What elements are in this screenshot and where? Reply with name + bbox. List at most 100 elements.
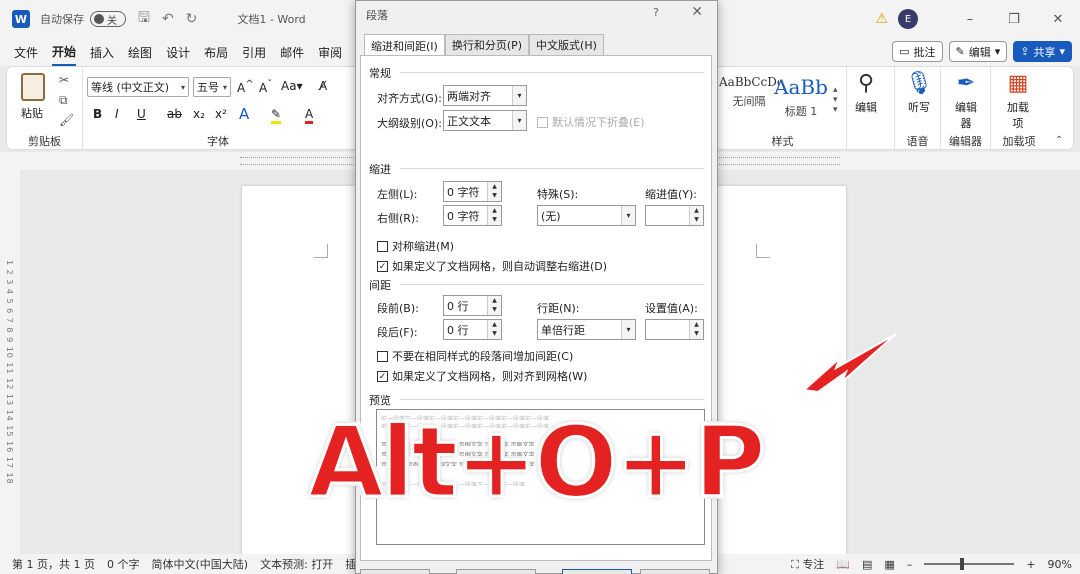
mirror-indents-checkbox[interactable]: 对称缩进(M) bbox=[377, 238, 454, 254]
tab-review[interactable]: 审阅 bbox=[318, 40, 342, 65]
help-icon[interactable]: ? bbox=[653, 6, 659, 19]
spin-arrows-icon[interactable]: ▲ ▼ bbox=[487, 206, 501, 225]
avatar[interactable]: E bbox=[898, 9, 918, 29]
focus-button[interactable]: ⛶ 专注 bbox=[791, 556, 824, 572]
zoom-thumb[interactable] bbox=[960, 558, 965, 570]
comments-button[interactable]: ▭ 批注 bbox=[892, 41, 943, 62]
styles-group: AaBbCcDc 无间隔 AaBb 标题 1 ▴ ▾ ▾ 样式 bbox=[719, 67, 847, 151]
editing-button[interactable]: ⚲ 编辑 bbox=[855, 71, 877, 115]
maximize-icon[interactable]: ❐ bbox=[992, 12, 1036, 27]
left-indent-stepper[interactable]: 0 字符 ▲ ▼ bbox=[443, 181, 502, 202]
spin-arrows-icon[interactable]: ▲ ▼ bbox=[487, 320, 501, 339]
page-count[interactable]: 第 1 页，共 1 页 bbox=[12, 556, 95, 572]
print-layout-icon[interactable]: ▤ bbox=[862, 558, 872, 571]
editing-mode-button[interactable]: ✎ 编辑 ▾ bbox=[948, 41, 1008, 62]
section-divider bbox=[400, 399, 704, 400]
chevron-down-icon: ▾ bbox=[512, 111, 526, 130]
read-mode-icon[interactable]: 📖 bbox=[836, 558, 850, 571]
style-no-spacing[interactable]: AaBbCcDc 无间隔 bbox=[719, 75, 779, 125]
change-case-icon[interactable]: Aa▾ bbox=[281, 79, 303, 93]
shrink-font-icon[interactable]: Aˇ bbox=[259, 79, 272, 95]
spin-arrows-icon[interactable]: ▲ ▼ bbox=[487, 296, 501, 315]
set-default-button[interactable] bbox=[456, 569, 536, 574]
close-window-icon[interactable]: ✕ bbox=[1036, 12, 1080, 27]
spin-arrows-icon[interactable]: ▲ ▼ bbox=[487, 182, 501, 201]
tab-draw[interactable]: 绘图 bbox=[128, 40, 152, 65]
redo-icon[interactable]: ↻ bbox=[186, 11, 198, 27]
line-spacing-select[interactable]: 单倍行距 ▾ bbox=[537, 319, 636, 340]
auto-adjust-indent-checkbox[interactable]: ✓ 如果定义了文档网格，则自动调整右缩进(D) bbox=[377, 258, 607, 274]
zoom-out-icon[interactable]: – bbox=[907, 558, 913, 571]
strikethrough-button[interactable]: ab bbox=[167, 107, 182, 121]
tab-layout[interactable]: 布局 bbox=[204, 40, 228, 65]
font-size-select[interactable]: 五号 ▾ bbox=[193, 77, 231, 97]
tab-asian-typography[interactable]: 中文版式(H) bbox=[529, 34, 604, 55]
tab-design[interactable]: 设计 bbox=[166, 40, 190, 65]
clear-formatting-icon[interactable]: A̸ bbox=[319, 79, 327, 93]
right-indent-stepper[interactable]: 0 字符 ▲ ▼ bbox=[443, 205, 502, 226]
bold-button[interactable]: B bbox=[93, 107, 102, 121]
tab-indents-spacing[interactable]: 缩进和间距(I) bbox=[364, 34, 445, 56]
editor-button[interactable]: ✒ 编辑器 bbox=[951, 71, 981, 131]
italic-button[interactable]: I bbox=[115, 107, 119, 121]
tab-references[interactable]: 引用 bbox=[242, 40, 266, 65]
paste-icon[interactable] bbox=[21, 73, 45, 101]
save-icon[interactable]: 🖫 bbox=[138, 7, 150, 31]
tab-insert[interactable]: 插入 bbox=[90, 40, 114, 65]
addins-button[interactable]: ▦ 加载项 bbox=[1003, 71, 1033, 131]
warning-icon[interactable]: ⚠ bbox=[875, 11, 888, 27]
spin-arrows-icon[interactable]: ▲ ▼ bbox=[689, 206, 703, 225]
font-name-select[interactable]: 等线 (中文正文) ▾ bbox=[87, 77, 189, 97]
text-effects-icon[interactable]: A bbox=[239, 105, 249, 123]
font-name-value: 等线 (中文正文) bbox=[91, 81, 170, 94]
undo-icon[interactable]: ↶ bbox=[162, 11, 174, 27]
zoom-level[interactable]: 90% bbox=[1048, 558, 1072, 571]
space-before-stepper[interactable]: 0 行 ▲ ▼ bbox=[443, 295, 502, 316]
style-heading-1[interactable]: AaBb 标题 1 bbox=[771, 75, 831, 125]
alignment-select[interactable]: 两端对齐 ▾ bbox=[443, 85, 527, 106]
word-count[interactable]: 0 个字 bbox=[107, 556, 140, 572]
spin-arrows-icon[interactable]: ▲ ▼ bbox=[689, 320, 703, 339]
language-indicator[interactable]: 简体中文(中国大陆) bbox=[151, 556, 248, 572]
autosave-toggle[interactable]: 关 bbox=[90, 11, 126, 27]
ok-button[interactable] bbox=[562, 569, 632, 574]
tab-home[interactable]: 开始 bbox=[52, 39, 77, 66]
paste-label[interactable]: 粘贴 bbox=[21, 105, 43, 121]
tab-line-page-breaks[interactable]: 换行和分页(P) bbox=[444, 34, 530, 55]
outline-level-select[interactable]: 正文文本 ▾ bbox=[443, 110, 527, 131]
editing-group: ⚲ 编辑 bbox=[847, 67, 895, 151]
underline-button[interactable]: U bbox=[137, 107, 146, 121]
grow-font-icon[interactable]: A^ bbox=[237, 79, 254, 95]
special-indent-select[interactable]: (无) ▾ bbox=[537, 205, 636, 226]
snap-to-grid-checkbox[interactable]: ✓ 如果定义了文档网格，则对齐到网格(W) bbox=[377, 368, 587, 384]
collapse-ribbon-icon[interactable]: ⌃ bbox=[1055, 135, 1063, 146]
tab-file[interactable]: 文件 bbox=[14, 40, 38, 65]
minimize-icon[interactable]: – bbox=[948, 12, 992, 27]
tab-mailings[interactable]: 邮件 bbox=[280, 40, 304, 65]
dictate-button[interactable]: 🎙 听写 bbox=[905, 71, 933, 115]
zoom-slider[interactable] bbox=[924, 558, 1015, 570]
spacing-at-stepper[interactable]: ▲ ▼ bbox=[645, 319, 704, 340]
no-space-same-style-checkbox[interactable]: 不要在相同样式的段落间增加间距(C) bbox=[377, 348, 573, 364]
font-size-value: 五号 bbox=[197, 81, 219, 94]
subscript-button[interactable]: x₂ bbox=[193, 107, 205, 121]
collapse-by-default-checkbox[interactable]: 默认情况下折叠(E) bbox=[537, 114, 645, 130]
tabs-button[interactable] bbox=[360, 569, 430, 574]
close-icon[interactable]: ✕ bbox=[691, 4, 703, 20]
editing-mode-label: 编辑 bbox=[968, 45, 991, 59]
highlight-icon[interactable]: ✎ bbox=[271, 107, 282, 124]
copy-icon[interactable]: ⧉ bbox=[59, 93, 68, 108]
web-layout-icon[interactable]: ▦ bbox=[884, 558, 894, 571]
text-prediction[interactable]: 文本预测: 打开 bbox=[260, 556, 333, 572]
styles-gallery-more-icon[interactable]: ▴ ▾ ▾ bbox=[833, 85, 838, 115]
indent-by-stepper[interactable]: ▲ ▼ bbox=[645, 205, 704, 226]
format-painter-icon[interactable]: 🖌 bbox=[59, 113, 74, 127]
zoom-in-icon[interactable]: + bbox=[1026, 558, 1035, 571]
vertical-ruler-ticks: 1 2 3 4 5 6 7 8 9 10 11 12 13 14 15 16 1… bbox=[5, 260, 14, 485]
share-button[interactable]: ⇪ 共享 ▾ bbox=[1013, 41, 1072, 62]
cut-icon[interactable]: ✂ bbox=[59, 73, 69, 87]
cancel-button[interactable] bbox=[640, 569, 710, 574]
font-color-icon[interactable]: A bbox=[305, 107, 314, 124]
superscript-button[interactable]: x² bbox=[215, 107, 227, 121]
space-after-stepper[interactable]: 0 行 ▲ ▼ bbox=[443, 319, 502, 340]
